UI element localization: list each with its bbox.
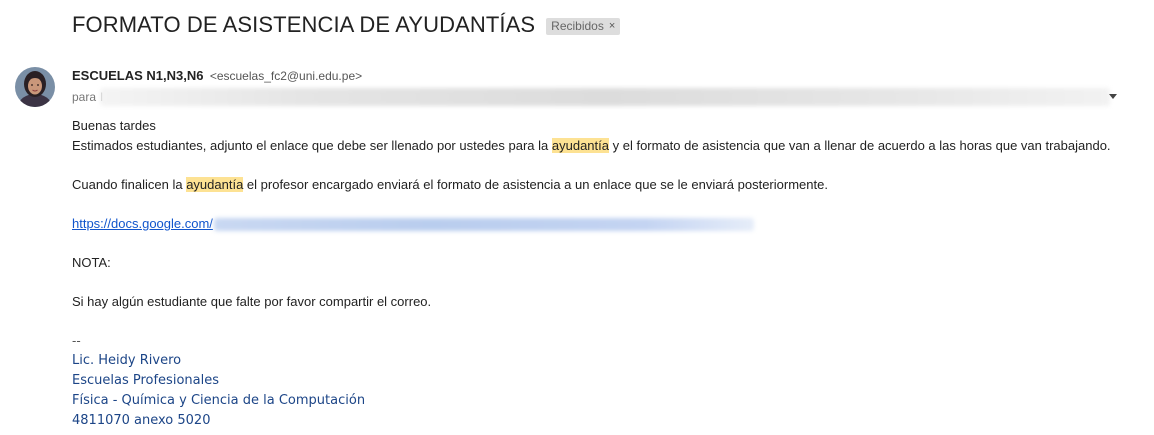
body-paragraph-2-start: Cuando finalicen la [72,177,187,192]
sender-name[interactable]: ESCUELAS N1,N3,N6 [72,68,203,83]
recipients-row: para I [72,90,103,104]
link-redacted [213,217,754,231]
sender-avatar[interactable] [15,67,55,107]
to-label: para [72,90,97,104]
signature-separator: -- [72,333,81,348]
email-subject: FORMATO DE ASISTENCIA DE AYUDANTÍAS [72,12,536,37]
signature: Lic. Heidy Rivero Escuelas Profesionales… [72,351,1111,431]
form-link-row: https://docs.google.com/ [72,214,1111,234]
signature-name: Lic. Heidy Rivero [72,353,182,368]
nota-label: NOTA: [72,255,111,270]
share-text: Si hay algún estudiante que falte por fa… [72,294,432,309]
search-highlight: ayudantía [186,177,244,192]
signature-schools: Física - Química y Ciencia de la Computa… [72,393,366,408]
body-paragraph-1-start: Estimados estudiantes, adjunto el enlace… [72,138,552,153]
show-details-dropdown-icon[interactable] [1109,94,1117,99]
sender-email: <escuelas_fc2@uni.edu.pe> [209,69,363,83]
signature-office: Escuelas Profesionales [72,373,219,388]
remove-label-icon[interactable]: × [609,20,615,32]
greeting: Buenas tardes [72,118,156,133]
body-paragraph-1-end: y el formato de asistencia que van a lle… [609,138,1111,153]
email-body: Buenas tardes Estimados estudiantes, adj… [72,116,1111,431]
label-chip-recibidos[interactable]: Recibidos × [546,18,621,35]
recipients-redacted [100,88,1110,106]
email-view: FORMATO DE ASISTENCIA DE AYUDANTÍAS Reci… [0,0,1154,435]
sender-row: ESCUELAS N1,N3,N6 <escuelas_fc2@uni.edu.… [72,68,362,83]
signature-phone: 4811070 anexo 5020 [72,413,211,428]
body-paragraph-2-end: el profesor encargado enviará el formato… [243,177,828,192]
subject-row: FORMATO DE ASISTENCIA DE AYUDANTÍAS Reci… [72,12,621,38]
label-chip-text: Recibidos [551,19,604,33]
body-paragraph-2: Cuando finalicen la ayudantía el profeso… [72,175,1111,195]
body-paragraph-1: Estimados estudiantes, adjunto el enlace… [72,136,1111,156]
form-link[interactable]: https://docs.google.com/ [72,214,213,234]
search-highlight: ayudantía [551,138,609,153]
